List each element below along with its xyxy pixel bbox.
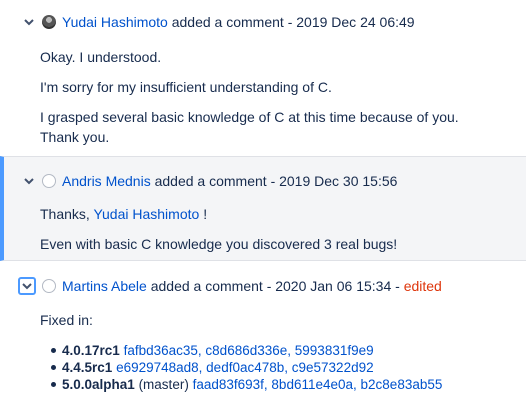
commit-link[interactable]: fafbd36ac35, xyxy=(124,343,202,358)
comment-paragraph: Okay. I understood. xyxy=(40,49,162,65)
commit-link[interactable]: b2c8e83ab55 xyxy=(361,377,443,392)
list-item: 5.0.0alpha1 (master) faad83f693f, 8bd611… xyxy=(50,376,443,393)
comment-action: added a comment xyxy=(150,278,263,294)
list-item: 4.4.5rc1 e6929748ad8, dedf0ac478b, c9e57… xyxy=(50,359,442,376)
comment-timestamp: - 2020 Jan 06 15:34 - xyxy=(266,278,400,294)
comment-paragraph: I grasped several basic knowledge of C a… xyxy=(40,109,459,125)
commit-link[interactable]: c9e57322d92 xyxy=(292,360,374,375)
chevron-down-icon[interactable] xyxy=(22,174,36,188)
fixed-in-label: Fixed in: xyxy=(40,312,93,328)
user-mention-link[interactable]: Yudai Hashimoto xyxy=(93,206,199,222)
version-label: 4.4.5rc1 xyxy=(62,360,113,375)
comment-header: Martins Abele added a comment - 2020 Jan… xyxy=(18,276,442,296)
commit-link[interactable]: 5993831f9e9 xyxy=(295,343,374,358)
comment-yudai-hashimoto: Yudai Hashimoto added a comment - 2019 D… xyxy=(0,0,526,156)
list-item: 4.0.17rc1 fafbd36ac35, c8d686d336e, 5993… xyxy=(50,342,442,359)
version-label: 5.0.0alpha1 xyxy=(62,377,135,392)
default-avatar-icon[interactable] xyxy=(42,174,56,188)
comment-header: Andris Mednis added a comment - 2019 Dec… xyxy=(22,171,397,191)
chevron-down-icon[interactable] xyxy=(18,277,36,295)
commit-link[interactable]: e6929748ad8, xyxy=(116,360,202,375)
thanks-text: Thanks, xyxy=(40,206,90,222)
comment-andris-mednis: Andris Mednis added a comment - 2019 Dec… xyxy=(0,156,526,261)
comment-paragraph: Thank you. xyxy=(40,129,110,145)
comment-paragraph: Thanks, Yudai Hashimoto ! xyxy=(40,204,516,224)
comment-paragraph: I'm sorry for my insufficient understand… xyxy=(40,79,332,95)
commit-link[interactable]: dedf0ac478b, xyxy=(206,360,288,375)
comment-header: Yudai Hashimoto added a comment - 2019 D… xyxy=(22,12,415,32)
branch-note: (master) xyxy=(138,377,189,392)
default-avatar-icon[interactable] xyxy=(42,279,56,293)
comment-body: Okay. I understood. I'm sorry for my ins… xyxy=(40,47,516,147)
commit-link[interactable]: c8d686d336e, xyxy=(205,343,291,358)
author-link[interactable]: Yudai Hashimoto xyxy=(62,14,168,30)
comment-timestamp: - 2019 Dec 24 06:49 xyxy=(287,14,415,30)
commit-link[interactable]: 8bd611e4e0a, xyxy=(271,377,356,392)
comment-timestamp: - 2019 Dec 30 15:56 xyxy=(270,173,398,189)
thanks-suffix: ! xyxy=(203,206,208,222)
comment-action: added a comment xyxy=(171,14,284,30)
author-link[interactable]: Martins Abele xyxy=(62,278,147,294)
comment-body: Thanks, Yudai Hashimoto ! Even with basi… xyxy=(40,204,516,254)
author-link[interactable]: Andris Mednis xyxy=(62,173,151,189)
commit-link[interactable]: faad83f693f, xyxy=(193,377,268,392)
fix-list: 4.0.17rc1 fafbd36ac35, c8d686d336e, 5993… xyxy=(50,342,443,393)
comment-paragraph: Even with basic C knowledge you discover… xyxy=(40,236,398,252)
comment-martins-abele: Martins Abele added a comment - 2020 Jan… xyxy=(0,262,526,407)
version-label: 4.0.17rc1 xyxy=(62,343,120,358)
avatar[interactable] xyxy=(42,15,56,29)
chevron-down-icon[interactable] xyxy=(22,15,36,29)
edited-label[interactable]: edited xyxy=(404,278,442,294)
comment-action: added a comment xyxy=(154,173,267,189)
